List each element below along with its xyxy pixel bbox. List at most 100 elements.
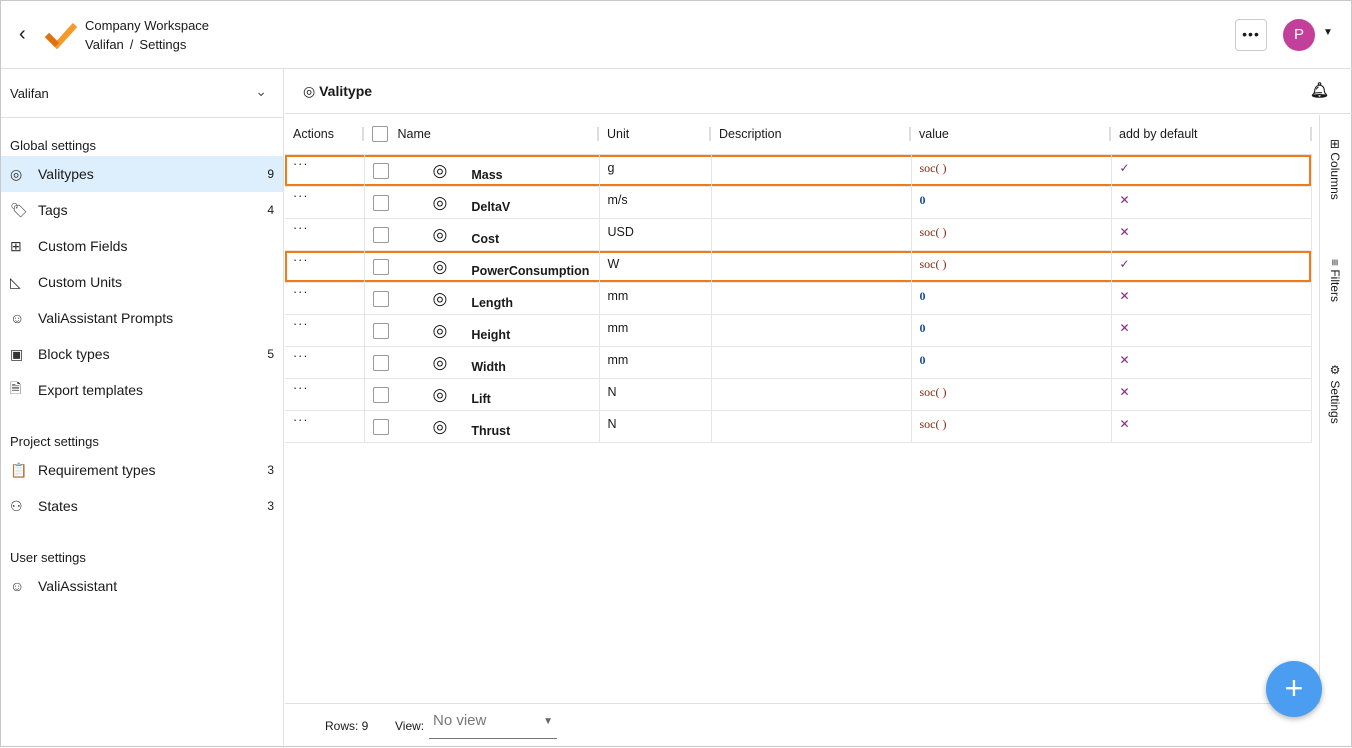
sidebar-item[interactable]: ⊞ Custom Fields — [1, 228, 283, 264]
sidebar-item[interactable]: ☺ ValiAssistant Prompts — [1, 300, 283, 336]
row-checkbox[interactable] — [372, 258, 389, 275]
add-by-default-cell: ✕ — [1111, 282, 1312, 315]
select-all-checkbox[interactable] — [372, 126, 388, 143]
sidebar-item[interactable]: 📋 Requirement types 3 — [1, 452, 283, 488]
name-cell: ◎ Length — [364, 282, 600, 315]
row-actions-button[interactable]: ··· — [285, 218, 365, 251]
table-row[interactable]: ··· ◎ Height mm 0 ✕ — [285, 314, 1312, 347]
cross-icon: ✕ — [1119, 320, 1130, 335]
row-checkbox[interactable] — [372, 194, 389, 211]
sidebar-item[interactable]: 🗎 Export templates — [1, 372, 283, 408]
table-row[interactable]: ··· ◎ Mass g soc( ) ✓ — [285, 154, 1312, 187]
valitype-name[interactable]: Cost — [471, 232, 499, 246]
view-label: View: — [395, 719, 425, 733]
breadcrumb-settings[interactable]: Settings — [139, 37, 186, 52]
table-row[interactable]: ··· ◎ Thrust N soc( ) ✕ — [285, 410, 1312, 443]
col-unit[interactable]: Unit — [599, 115, 711, 155]
valitype-name[interactable]: DeltaV — [471, 200, 510, 214]
table-row[interactable]: ··· ◎ PowerConsumption W soc( ) ✓ — [285, 250, 1312, 283]
valitype-name[interactable]: Height — [471, 328, 510, 342]
row-checkbox[interactable] — [372, 162, 389, 179]
sidebar-icon: ◎ — [10, 165, 23, 182]
row-actions-button[interactable]: ··· — [285, 186, 365, 219]
description-cell — [711, 378, 912, 411]
row-actions-button[interactable]: ··· — [285, 410, 365, 443]
col-value[interactable]: value — [911, 115, 1111, 155]
value-cell: 0 — [911, 314, 1112, 347]
row-actions-button[interactable]: ··· — [285, 314, 365, 347]
row-checkbox[interactable] — [372, 322, 389, 339]
value-cell: soc( ) — [911, 410, 1112, 443]
valitype-name[interactable]: Width — [471, 360, 506, 374]
sidebar-item[interactable]: ☺ ValiAssistant — [1, 568, 283, 604]
row-actions-button[interactable]: ··· — [285, 250, 365, 283]
name-cell: ◎ Lift — [364, 378, 600, 411]
row-actions-button[interactable]: ··· — [285, 378, 365, 411]
valitype-icon: ◎ — [432, 320, 448, 340]
main-panel: ◎ Valitype 🔔︎ Actions Name Unit Descripti… — [285, 69, 1352, 748]
view-select[interactable]: No view ▼ — [429, 712, 557, 739]
columns-icon: ⊞ — [1328, 139, 1342, 153]
row-checkbox[interactable] — [372, 418, 389, 435]
filters-panel-button[interactable]: ≡ Filters — [1328, 259, 1342, 302]
name-cell: ◎ Height — [364, 314, 600, 347]
workspace-name[interactable]: Company Workspace — [85, 18, 209, 33]
cross-icon: ✕ — [1119, 224, 1130, 239]
sidebar-item[interactable]: ⚇ States 3 — [1, 488, 283, 524]
row-actions-button[interactable]: ··· — [285, 154, 365, 187]
item-count: 4 — [267, 203, 274, 217]
page-title: Valitype — [319, 83, 373, 99]
row-checkbox[interactable] — [372, 386, 389, 403]
row-checkbox[interactable] — [372, 290, 389, 307]
sidebar-item-label: Custom Fields — [38, 238, 128, 254]
project-selector[interactable]: Valifan ⌄ — [1, 69, 283, 118]
table-row[interactable]: ··· ◎ Width mm 0 ✕ — [285, 346, 1312, 379]
caret-down-icon[interactable]: ▼ — [1323, 27, 1333, 38]
col-add-by-default[interactable]: add by default — [1111, 115, 1312, 155]
valitype-name[interactable]: Thrust — [471, 424, 510, 438]
sidebar-icon: ◺ — [10, 273, 21, 290]
avatar[interactable]: P — [1283, 19, 1315, 51]
sidebar-item[interactable]: ▣ Block types 5 — [1, 336, 283, 372]
item-count: 3 — [267, 463, 274, 477]
value: 0 — [919, 320, 926, 335]
sidebar-icon: ☺ — [10, 310, 25, 326]
row-actions-button[interactable]: ··· — [285, 282, 365, 315]
page-header: ◎ Valitype 🔔︎ — [285, 69, 1352, 114]
col-description[interactable]: Description — [711, 115, 911, 155]
back-icon[interactable]: ‹ — [19, 23, 26, 46]
description-cell — [711, 282, 912, 315]
table-row[interactable]: ··· ◎ Lift N soc( ) ✕ — [285, 378, 1312, 411]
breadcrumb-project[interactable]: Valifan — [85, 37, 124, 52]
sidebar-item-label: ValiAssistant — [38, 578, 118, 594]
sidebar-icon: 🏷 — [10, 201, 28, 218]
sidebar-item[interactable]: 🏷 Tags 4 — [1, 192, 283, 228]
row-checkbox[interactable] — [372, 226, 389, 243]
col-name[interactable]: Name — [364, 115, 599, 155]
valitype-icon: ◎ — [303, 83, 320, 99]
col-actions: Actions — [285, 115, 364, 155]
unit-cell: mm — [599, 282, 712, 315]
cross-icon: ✕ — [1119, 192, 1130, 207]
bell-icon[interactable]: 🔔︎ — [1310, 81, 1329, 99]
valitype-name[interactable]: Lift — [471, 392, 490, 406]
columns-panel-button[interactable]: ⊞ Columns — [1328, 139, 1342, 200]
sidebar-item[interactable]: ◺ Custom Units — [1, 264, 283, 300]
unit-cell: mm — [599, 314, 712, 347]
table-row[interactable]: ··· ◎ Cost USD soc( ) ✕ — [285, 218, 1312, 251]
valitype-name[interactable]: Length — [471, 296, 513, 310]
valitype-name[interactable]: PowerConsumption — [471, 264, 589, 278]
sidebar-item[interactable]: ◎ Valitypes 9 — [1, 156, 283, 192]
name-cell: ◎ Cost — [364, 218, 600, 251]
row-checkbox[interactable] — [372, 354, 389, 371]
table-row[interactable]: ··· ◎ Length mm 0 ✕ — [285, 282, 1312, 315]
valitype-name[interactable]: Mass — [471, 168, 502, 182]
value-cell: soc( ) — [911, 378, 1112, 411]
settings-panel-button[interactable]: ⚙ Settings — [1328, 363, 1342, 424]
table-row[interactable]: ··· ◎ DeltaV m/s 0 ✕ — [285, 186, 1312, 219]
side-panel: ⊞ Columns ≡ Filters ⚙ Settings — [1319, 115, 1352, 703]
settings-label: Settings — [1328, 380, 1342, 424]
more-options-button[interactable]: ••• — [1235, 19, 1267, 51]
row-actions-button[interactable]: ··· — [285, 346, 365, 379]
add-button[interactable]: + — [1266, 661, 1322, 717]
